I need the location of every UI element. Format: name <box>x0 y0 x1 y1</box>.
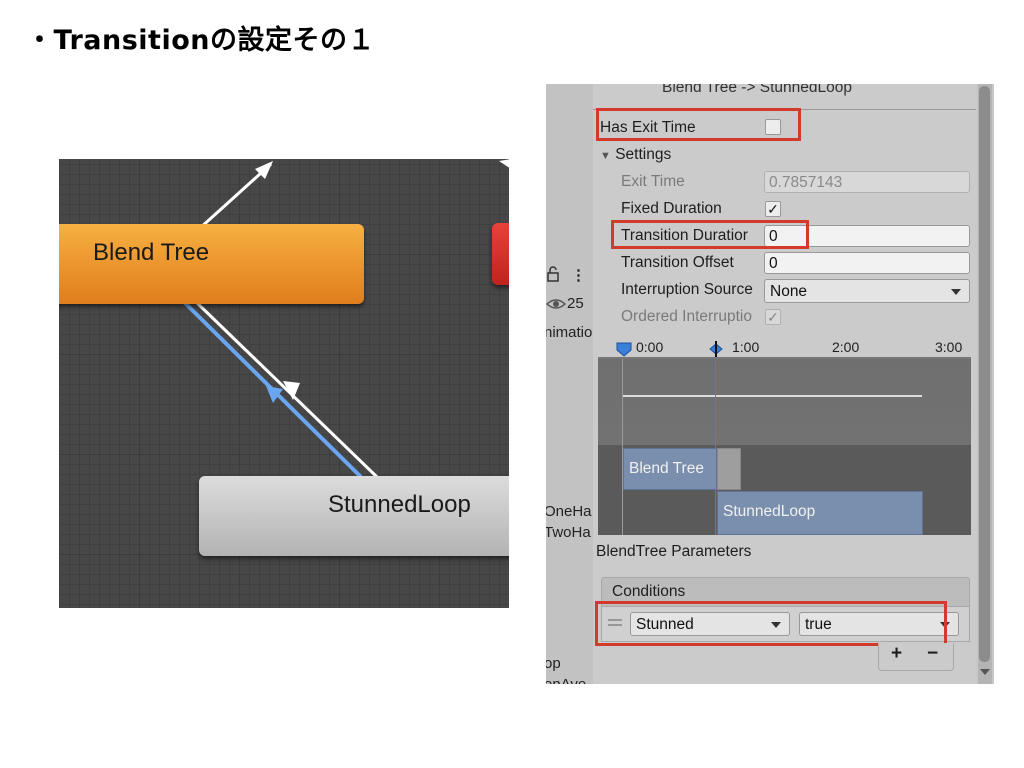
timeline-start-line <box>622 359 623 535</box>
highlight-has-exit-time <box>596 108 801 141</box>
timeline-bar-blend-tail <box>717 448 741 490</box>
transition-offset-label: Transition Offset <box>621 254 734 271</box>
tick-0: 0:00 <box>636 339 664 355</box>
highlight-transition-duration <box>611 220 809 249</box>
tick-1: 1:00 <box>732 339 760 355</box>
timeline-bar-blend-tree[interactable]: Blend Tree <box>623 448 717 490</box>
lock-icon[interactable] <box>546 266 560 287</box>
ordered-interruption-label: Ordered Interruptio <box>621 308 752 325</box>
error-state-node[interactable] <box>492 223 509 285</box>
selected-transition-arrow <box>266 386 283 403</box>
slide-title: ・Transitionの設定その１ <box>26 25 375 56</box>
parameter-onehand-partial[interactable]: OneHa <box>546 503 592 520</box>
interruption-source-label: Interruption Source <box>621 281 753 298</box>
animator-graph[interactable]: Blend Tree StunnedLoop <box>59 159 509 608</box>
blend-tree-node-label: Blend Tree <box>93 239 210 266</box>
interruption-source-value: None <box>770 283 808 300</box>
ordered-interruption-checkbox: ✓ <box>765 309 781 325</box>
blendtree-parameters-label: BlendTree Parameters <box>596 543 752 560</box>
timeline-bar-stunned-loop[interactable]: StunnedLoop <box>717 491 923 535</box>
settings-foldout[interactable]: ▼ Settings <box>600 146 671 164</box>
add-remove-controls: + − <box>878 643 954 671</box>
fixed-duration-checkbox[interactable]: ✓ <box>765 201 781 217</box>
parameter-bottom-partial-2[interactable]: onAve <box>546 676 586 684</box>
dropdown-arrow-icon <box>951 289 961 295</box>
remove-condition-button[interactable]: − <box>927 643 938 665</box>
stunned-loop-node-label: StunnedLoop <box>328 491 471 518</box>
parameter-bottom-partial[interactable]: op <box>546 655 561 672</box>
settings-label: Settings <box>615 146 672 163</box>
tick-3: 3:00 <box>935 339 963 355</box>
exit-time-label: Exit Time <box>621 173 685 190</box>
highlight-conditions <box>595 601 947 646</box>
parameter-twohand-partial[interactable]: TwoHa <box>546 524 591 541</box>
exit-time-field: 0.7857143 <box>764 171 970 193</box>
transition-header: Blend Tree -> StunnedLoop <box>662 84 853 96</box>
animation-tab-partial[interactable]: nimatio <box>546 324 592 341</box>
visible-count: 25 <box>567 295 584 312</box>
scrollbar-thumb[interactable] <box>979 86 990 662</box>
more-menu-icon[interactable]: ⋮ <box>571 266 586 284</box>
eye-icon[interactable] <box>546 297 567 316</box>
fixed-duration-label: Fixed Duration <box>621 200 722 217</box>
transition-offset-field[interactable]: 0 <box>764 252 970 274</box>
conditions-label: Conditions <box>612 583 686 600</box>
blend-tree-node[interactable]: Blend Tree <box>59 224 364 304</box>
add-condition-button[interactable]: + <box>891 643 902 665</box>
inspector-window: ⋮ 25 nimatio OneHa TwoHa op onAve Blend … <box>546 84 994 684</box>
timeline-curve-area <box>598 359 971 445</box>
transition-arrow-right <box>499 159 509 168</box>
transition-timeline[interactable]: Blend Tree StunnedLoop <box>598 359 971 535</box>
timeline-ruler[interactable]: 0:00 1:00 2:00 3:00 <box>598 339 971 359</box>
return-transition-line <box>191 297 379 479</box>
parameters-strip: ⋮ 25 nimatio OneHa TwoHa op onAve <box>546 84 593 684</box>
interruption-source-dropdown[interactable]: None <box>764 279 970 303</box>
foldout-arrow-icon: ▼ <box>600 150 611 162</box>
stunned-loop-node[interactable]: StunnedLoop <box>199 476 509 556</box>
tick-2: 2:00 <box>832 339 860 355</box>
timeline-weight-line <box>622 395 922 397</box>
scroll-down-arrow-icon[interactable] <box>980 669 990 675</box>
timeline-playhead <box>715 359 716 535</box>
